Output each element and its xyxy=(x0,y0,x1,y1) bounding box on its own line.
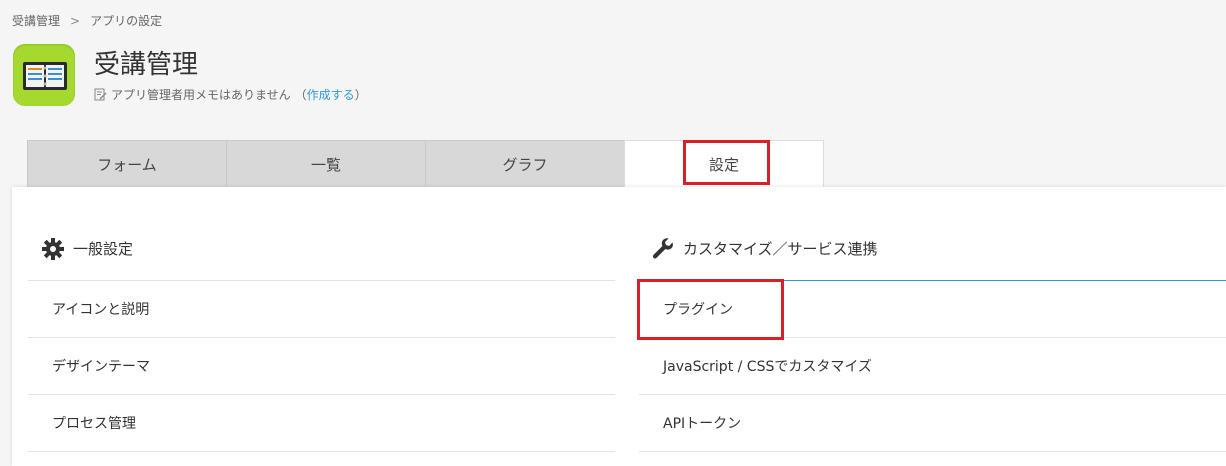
general-settings-header: 一般設定 xyxy=(28,217,615,281)
memo-text: アプリ管理者用メモはありません xyxy=(111,88,291,102)
customize-title: カスタマイズ／サービス連携 xyxy=(683,240,878,258)
app-memo: アプリ管理者用メモはありません （作成する） xyxy=(94,86,367,103)
breadcrumb-item-settings: アプリの設定 xyxy=(90,14,163,28)
create-memo-link[interactable]: 作成する xyxy=(307,88,355,102)
general-settings-column: 一般設定 アイコンと説明 デザインテーマ プロセス管理 xyxy=(28,187,615,452)
wrench-icon xyxy=(652,237,673,258)
edit-note-icon xyxy=(94,88,107,101)
memo-paren-open: （ xyxy=(294,88,307,102)
memo-paren-close: ） xyxy=(354,88,367,102)
general-item-icon-description[interactable]: アイコンと説明 xyxy=(28,281,615,338)
customize-column: カスタマイズ／サービス連携 プラグイン JavaScript / CSSでカスタ… xyxy=(639,187,1226,452)
app-icon xyxy=(13,44,75,106)
custom-item-plugin[interactable]: プラグイン xyxy=(639,281,1226,338)
page-title: 受講管理 xyxy=(94,50,199,80)
general-settings-title: 一般設定 xyxy=(73,240,134,258)
customize-header: カスタマイズ／サービス連携 xyxy=(639,217,1226,281)
custom-item-js-css[interactable]: JavaScript / CSSでカスタマイズ xyxy=(639,338,1226,395)
custom-item-api-token[interactable]: APIトークン xyxy=(639,395,1226,452)
general-item-process-management[interactable]: プロセス管理 xyxy=(28,395,615,452)
settings-tabs: フォーム 一覧 グラフ 設定 xyxy=(27,140,827,188)
tab-list[interactable]: 一覧 xyxy=(226,140,426,188)
settings-panel: 一般設定 アイコンと説明 デザインテーマ プロセス管理 カスタマイズ／サービス連… xyxy=(12,187,1226,466)
tab-form[interactable]: フォーム xyxy=(27,140,227,188)
tab-settings[interactable]: 設定 xyxy=(624,140,824,188)
general-item-design-theme[interactable]: デザインテーマ xyxy=(28,338,615,395)
gear-icon xyxy=(42,237,64,260)
tab-graph[interactable]: グラフ xyxy=(425,140,625,188)
breadcrumb-item-app[interactable]: 受講管理 xyxy=(12,12,60,29)
breadcrumb: 受講管理 > アプリの設定 xyxy=(12,12,162,29)
breadcrumb-separator: > xyxy=(70,13,81,28)
